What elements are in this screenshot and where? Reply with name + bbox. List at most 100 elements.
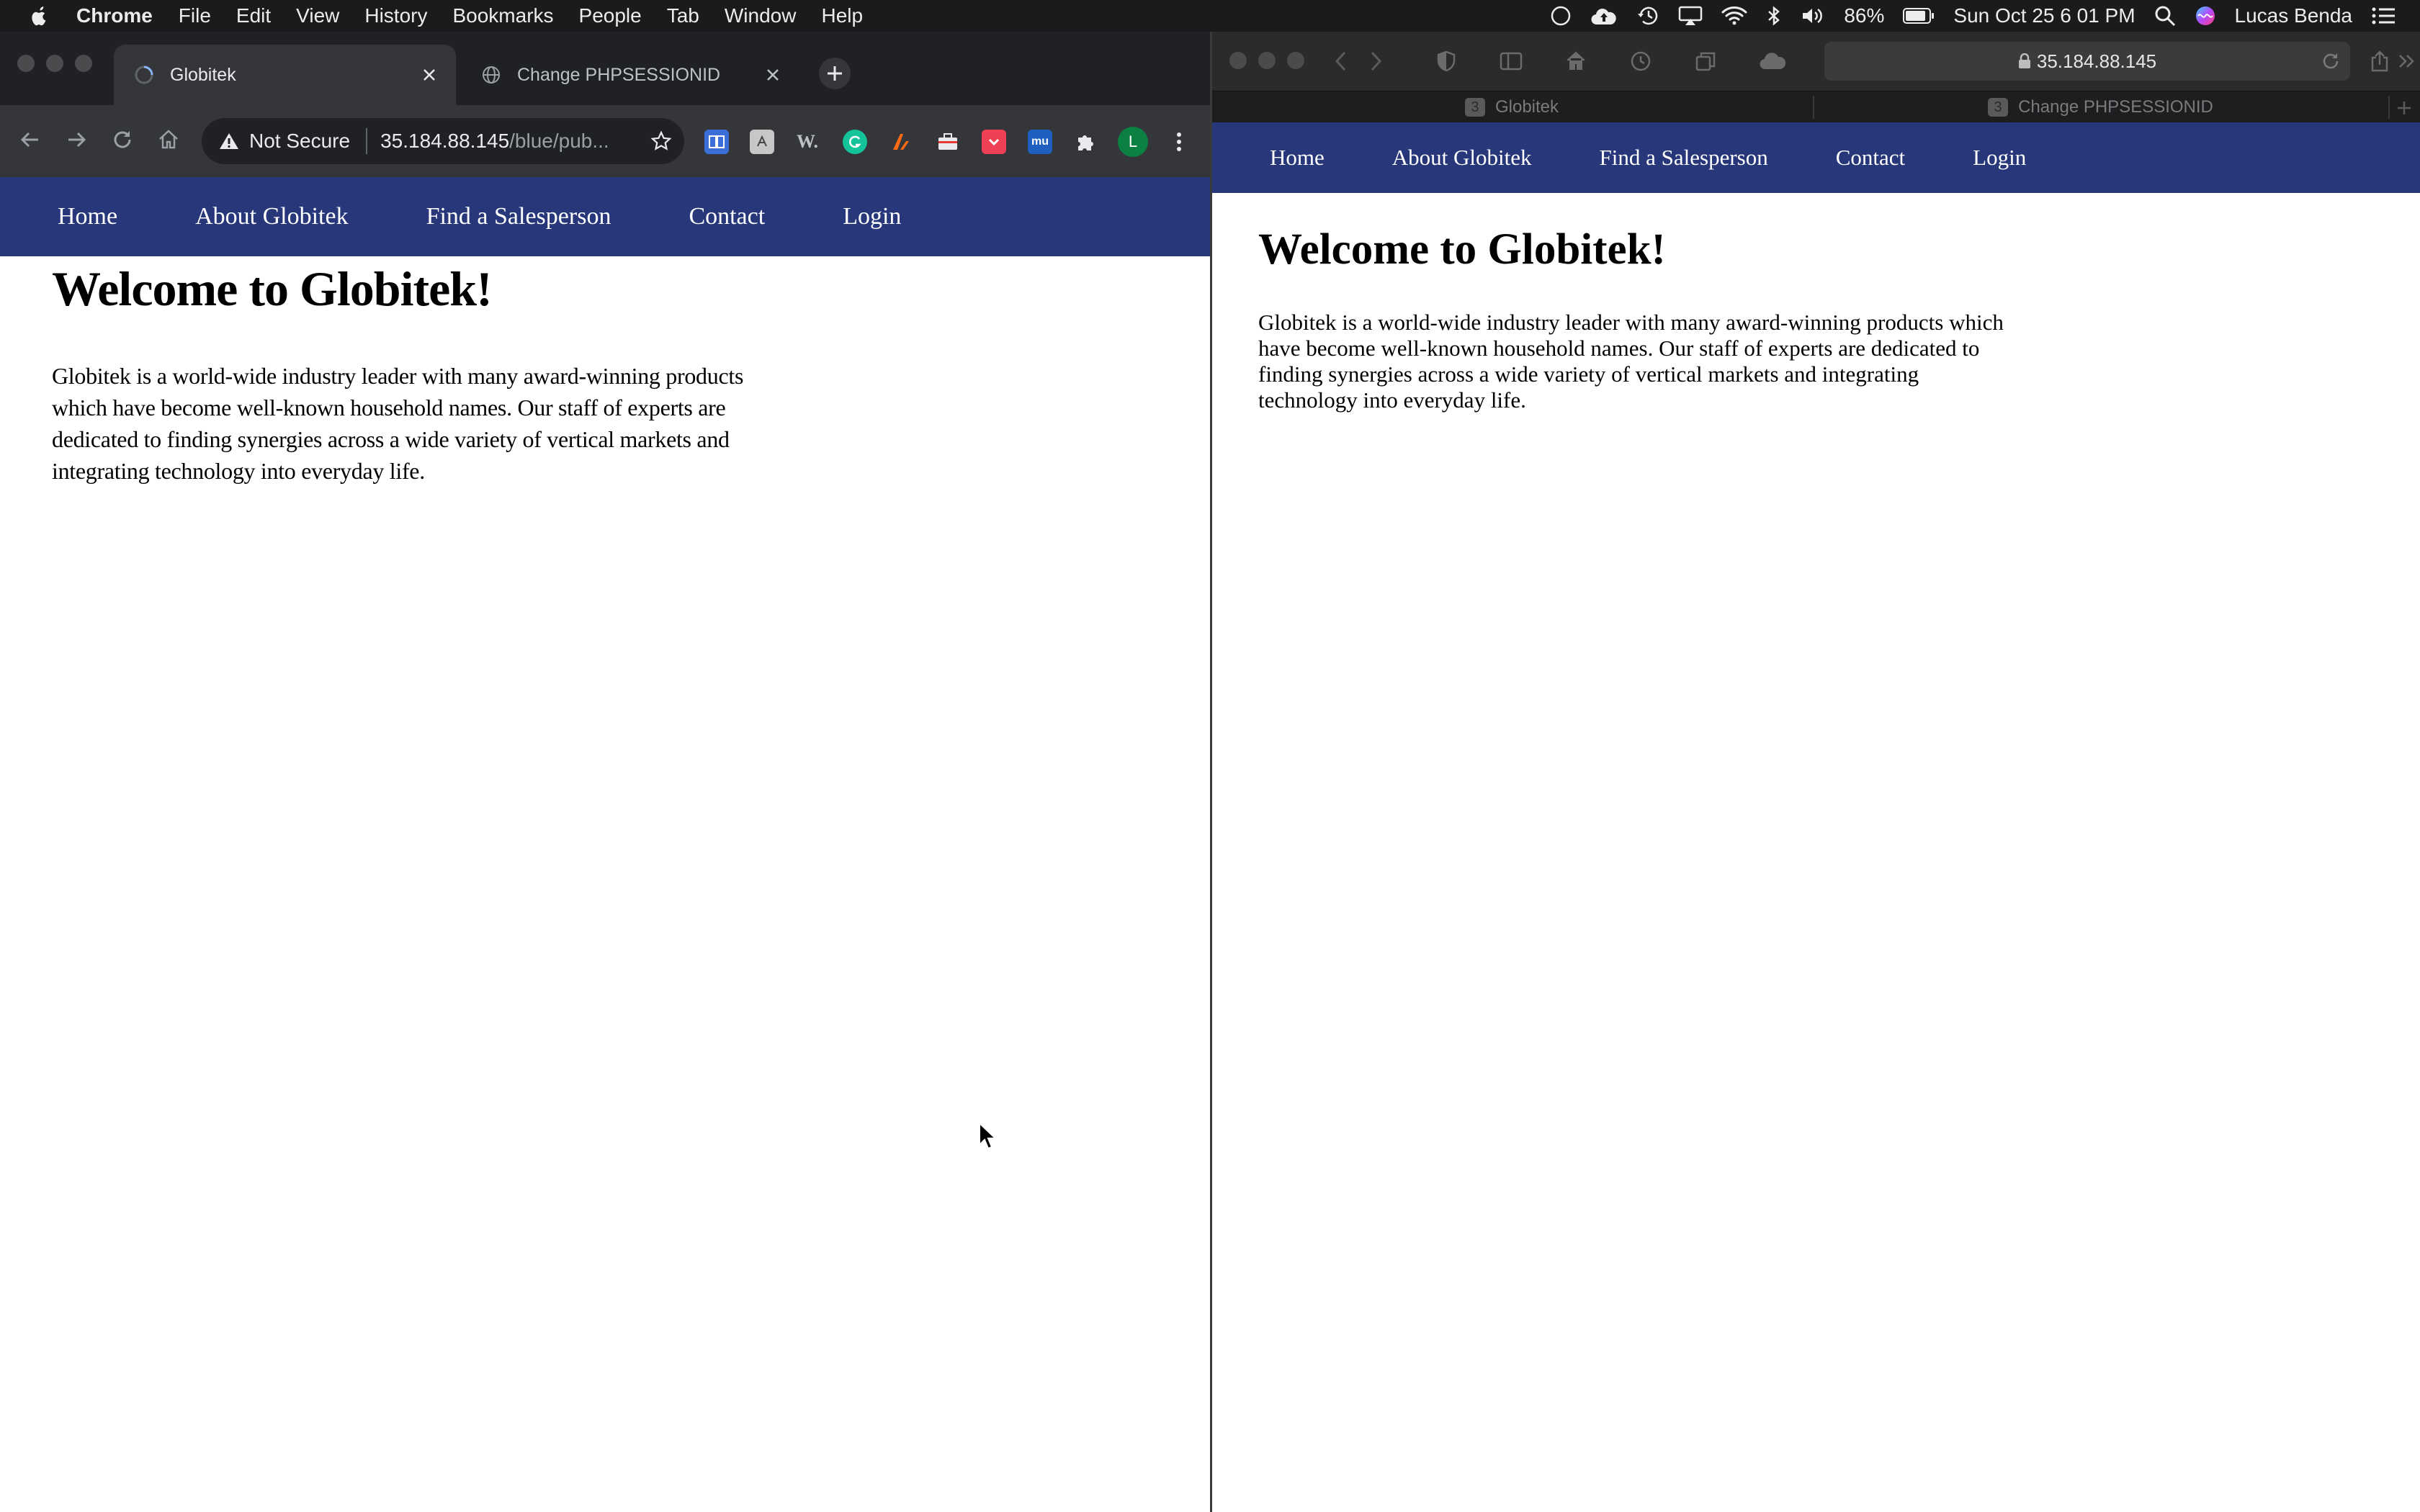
extension-pocket-icon[interactable] <box>982 130 1006 154</box>
minimize-window-button[interactable] <box>46 55 63 72</box>
page-heading: Welcome to Globitek! <box>52 261 493 316</box>
safari-tab-globitek[interactable]: 3 Globitek <box>1212 91 1811 123</box>
nav-link-login[interactable]: Login <box>1973 145 2026 171</box>
safari-tab-change-phpsessionid[interactable]: 3 Change PHPSESSIONID <box>1814 91 2387 123</box>
safari-address-bar[interactable]: 35.184.88.145 <box>1824 42 2350 81</box>
extension-grammarly-icon[interactable] <box>843 130 867 154</box>
intro-paragraph: Globitek is a world-wide industry leader… <box>52 363 744 484</box>
menu-view[interactable]: View <box>296 4 339 27</box>
nav-link-about[interactable]: About Globitek <box>1392 145 1532 171</box>
status-area: 86% Sun Oct 25 6 01 PM Lucas Benda <box>1531 0 2396 32</box>
nav-link-find-salesperson[interactable]: Find a Salesperson <box>426 203 611 230</box>
chrome-menu-icon[interactable] <box>1167 130 1191 154</box>
menu-help[interactable]: Help <box>821 4 863 27</box>
share-icon[interactable] <box>2366 48 2393 75</box>
address-bar[interactable]: Not Secure 35.184.88.145 /blue/pub... <box>202 118 684 164</box>
zoom-window-button[interactable] <box>1287 52 1304 69</box>
nav-link-contact[interactable]: Contact <box>689 203 765 230</box>
battery-icon[interactable] <box>1903 7 1935 24</box>
tab-title: Change PHPSESSIONID <box>2018 97 2213 117</box>
nav-link-find-salesperson[interactable]: Find a Salesperson <box>1600 145 1768 171</box>
nav-link-about[interactable]: About Globitek <box>195 203 348 230</box>
menu-bookmarks[interactable]: Bookmarks <box>452 4 553 27</box>
zoom-window-button[interactable] <box>75 55 92 72</box>
intro-paragraph: Globitek is a world-wide industry leader… <box>1258 310 2004 413</box>
security-status[interactable]: Not Secure <box>249 130 350 153</box>
forward-chevron-icon[interactable] <box>1362 48 1389 75</box>
home-icon[interactable] <box>1562 48 1590 75</box>
close-tab-icon[interactable] <box>762 64 784 86</box>
reload-icon[interactable] <box>2321 52 2340 71</box>
extension-briefcase-icon[interactable] <box>936 130 960 154</box>
tab-change-phpsessionid[interactable]: Change PHPSESSIONID <box>461 45 799 105</box>
menu-file[interactable]: File <box>179 4 211 27</box>
close-window-button[interactable] <box>1229 52 1247 69</box>
bluetooth-icon[interactable] <box>1766 5 1782 27</box>
arrow-left-icon <box>20 132 38 148</box>
extension-honey-icon[interactable] <box>889 130 913 154</box>
back-chevron-icon[interactable] <box>1327 48 1355 75</box>
safari-window: 35.184.88.145 3 Globitek 3 Change PHPSES… <box>1212 32 2420 1512</box>
circle-status-icon[interactable] <box>1550 5 1572 27</box>
user-name[interactable]: Lucas Benda <box>2235 4 2352 27</box>
close-window-button[interactable] <box>17 55 35 72</box>
menu-window[interactable]: Window <box>725 4 797 27</box>
url-path: /blue/pub... <box>509 130 609 152</box>
airplay-icon[interactable] <box>1678 5 1703 27</box>
home-button[interactable] <box>154 125 183 154</box>
warning-icon[interactable] <box>219 131 239 151</box>
tab-title: Globitek <box>170 64 236 85</box>
reload-icon <box>114 131 131 148</box>
minimize-window-button[interactable] <box>1258 52 1276 69</box>
privacy-shield-icon[interactable] <box>1433 48 1460 75</box>
chrome-tab-strip: Globitek Change PHPSESSIONID <box>0 32 1210 105</box>
menu-people[interactable]: People <box>579 4 642 27</box>
tab-title: Globitek <box>1494 97 1559 117</box>
address-display: 35.184.88.145 <box>1824 42 2350 81</box>
nav-link-login[interactable]: Login <box>843 203 901 230</box>
forward-button[interactable] <box>62 125 91 154</box>
menu-edit[interactable]: Edit <box>236 4 271 27</box>
extension-reader-icon[interactable] <box>704 130 729 154</box>
tab-overview-icon[interactable] <box>1692 48 1719 75</box>
wifi-icon[interactable] <box>1721 6 1747 26</box>
new-tab-button[interactable] <box>819 58 851 89</box>
extensions-puzzle-icon[interactable] <box>1073 130 1098 154</box>
more-chevron-icon[interactable] <box>2393 48 2420 75</box>
siri-icon[interactable] <box>2195 5 2216 27</box>
extension-translate-icon[interactable] <box>750 130 774 154</box>
history-clock-icon[interactable] <box>1627 48 1654 75</box>
menu-app-chrome[interactable]: Chrome <box>76 4 153 27</box>
new-tab-plus-icon[interactable] <box>2390 94 2418 122</box>
profile-avatar[interactable]: L <box>1118 127 1148 157</box>
volume-icon[interactable] <box>1801 5 1825 27</box>
extension-wikipedia-icon[interactable]: W. <box>795 130 820 154</box>
close-tab-icon[interactable] <box>418 64 440 86</box>
sidebar-icon[interactable] <box>1497 48 1525 75</box>
nav-link-contact[interactable]: Contact <box>1836 145 1905 171</box>
menu-history[interactable]: History <box>364 4 427 27</box>
nav-link-home[interactable]: Home <box>1270 145 1325 171</box>
menu-tab[interactable]: Tab <box>667 4 699 27</box>
clock[interactable]: Sun Oct 25 6 01 PM <box>1953 4 2135 27</box>
bookmark-star-icon[interactable] <box>648 128 674 154</box>
icloud-tabs-icon[interactable] <box>1757 48 1788 75</box>
spotlight-search-icon[interactable] <box>2154 5 2176 27</box>
safari-toolbar: 35.184.88.145 <box>1212 32 2420 91</box>
time-machine-icon[interactable] <box>1636 5 1659 27</box>
reload-button[interactable] <box>108 125 137 154</box>
mouse-cursor-icon <box>978 1121 998 1151</box>
chrome-window: Globitek Change PHPSESSIONID Not Secure … <box>0 32 1210 1512</box>
nav-link-home[interactable]: Home <box>58 203 117 230</box>
tab-separator <box>2388 96 2390 119</box>
window-controls <box>1229 52 1316 69</box>
cloud-upload-icon[interactable] <box>1590 5 1618 27</box>
back-button[interactable] <box>16 125 45 154</box>
extension-mu-icon[interactable]: mu <box>1028 130 1052 154</box>
apple-logo-icon[interactable] <box>29 5 49 27</box>
chrome-toolbar: Not Secure 35.184.88.145 /blue/pub... W.… <box>0 105 1210 177</box>
notification-center-icon[interactable] <box>2371 6 2396 25</box>
tab-globitek[interactable]: Globitek <box>114 45 456 105</box>
omnibox-divider <box>366 128 368 154</box>
globe-icon <box>481 65 501 85</box>
